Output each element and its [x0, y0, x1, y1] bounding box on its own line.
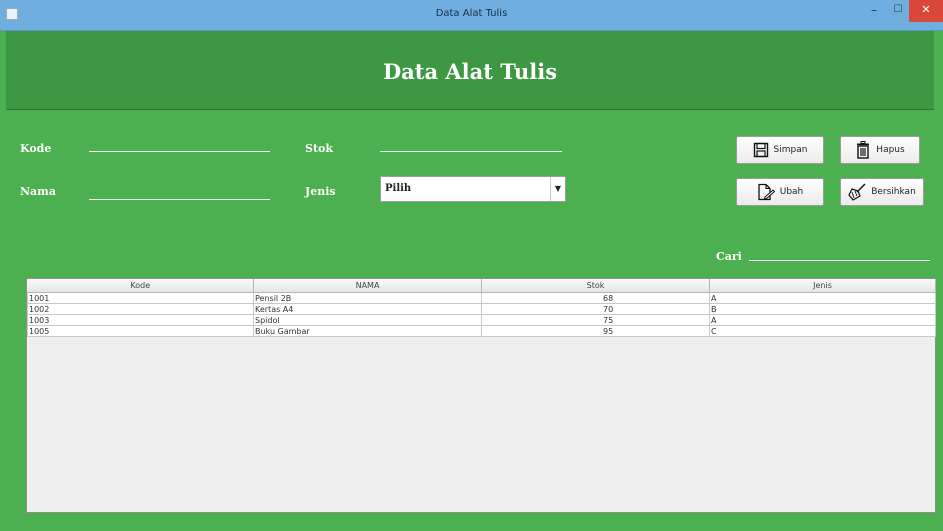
jenis-selected-value: Pilih: [385, 183, 412, 194]
window-titlebar: Data Alat Tulis – ☐ ✕: [0, 0, 943, 31]
cell-stok-value: 75: [603, 315, 614, 325]
ubah-label: Ubah: [779, 187, 804, 197]
hapus-button[interactable]: Hapus: [840, 136, 920, 164]
save-icon: [753, 142, 769, 158]
column-header-jenis[interactable]: Jenis: [709, 279, 936, 293]
cell-kode: 1005: [27, 325, 254, 337]
stok-label: Stok: [305, 142, 333, 155]
close-button[interactable]: ✕: [909, 0, 943, 22]
jenis-select[interactable]: Pilih ▼: [380, 176, 566, 202]
cell-nama: Pensil 2B: [253, 292, 482, 304]
ubah-button[interactable]: Ubah: [736, 178, 824, 206]
table-row[interactable]: 1003 Spidol 75 A: [27, 314, 936, 326]
cell-jenis: B: [709, 303, 936, 315]
cell-jenis: C: [709, 325, 936, 337]
simpan-button[interactable]: Simpan: [736, 136, 824, 164]
bersihkan-label: Bersihkan: [871, 187, 916, 197]
simpan-label: Simpan: [773, 145, 808, 155]
column-header-kode[interactable]: Kode: [27, 279, 254, 293]
cell-stok: 70: [481, 303, 710, 315]
page-title: Data Alat Tulis: [382, 59, 558, 84]
kode-label: Kode: [20, 142, 52, 155]
kode-input[interactable]: [89, 137, 270, 152]
cell-kode: 1001: [27, 292, 254, 304]
search-input[interactable]: [749, 246, 930, 261]
table-row[interactable]: 1001 Pensil 2B 68 A: [27, 292, 936, 304]
nama-label: Nama: [20, 185, 56, 198]
cell-nama: Spidol: [253, 314, 482, 326]
column-header-stok[interactable]: Stok: [481, 279, 710, 293]
cell-jenis: A: [709, 292, 936, 304]
cell-jenis: A: [709, 314, 936, 326]
cell-stok-value: 70: [603, 304, 614, 314]
table-row[interactable]: 1005 Buku Gambar 95 C: [27, 325, 936, 337]
column-header-nama[interactable]: NAMA: [253, 279, 482, 293]
header-panel: Data Alat Tulis: [6, 31, 934, 110]
cell-nama: Kertas A4: [253, 303, 482, 315]
table-header-row: Kode NAMA Stok Jenis: [27, 279, 936, 293]
nama-input[interactable]: [89, 185, 270, 200]
cell-stok: 68: [481, 292, 710, 304]
bersihkan-button[interactable]: Bersihkan: [840, 178, 924, 206]
broom-icon: [848, 183, 866, 201]
jenis-label: Jenis: [305, 185, 336, 198]
cell-kode: 1003: [27, 314, 254, 326]
cell-kode: 1002: [27, 303, 254, 315]
data-table[interactable]: Kode NAMA Stok Jenis 1001 Pensil 2B 68 A…: [26, 278, 936, 513]
cari-label: Cari: [716, 250, 742, 263]
cell-stok: 95: [481, 325, 710, 337]
stok-input[interactable]: [380, 137, 562, 152]
hapus-label: Hapus: [876, 145, 905, 155]
table-row[interactable]: 1002 Kertas A4 70 B: [27, 303, 936, 315]
chevron-down-icon[interactable]: ▼: [550, 177, 565, 201]
maximize-button[interactable]: ☐: [887, 0, 909, 22]
cell-stok-value: 68: [603, 293, 614, 303]
minimize-button[interactable]: –: [863, 0, 885, 22]
window-title: Data Alat Tulis: [435, 8, 508, 19]
cell-stok-value: 95: [603, 326, 614, 336]
trash-icon: [855, 141, 871, 159]
cell-nama: Buku Gambar: [253, 325, 482, 337]
edit-document-icon: [757, 183, 775, 201]
cell-stok: 75: [481, 314, 710, 326]
